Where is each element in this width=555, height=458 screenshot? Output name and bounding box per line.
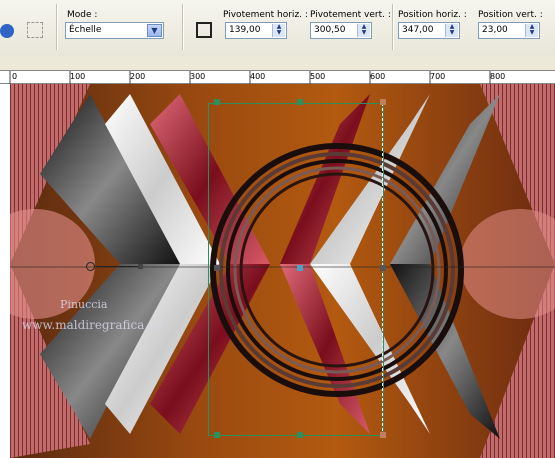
ruler-marks [9, 71, 491, 85]
spinner-icon[interactable]: ▲ ▼ [357, 24, 370, 37]
toolbar-separator [182, 4, 184, 50]
watermark-line2: www.maldiregrafica.eu [22, 318, 164, 332]
spinner-icon[interactable]: ▲ ▼ [445, 24, 458, 37]
watermark-line1: Pinuccia [60, 298, 108, 311]
pivot-arm [96, 266, 140, 267]
handle-top-center[interactable] [297, 99, 303, 105]
reset-icon[interactable] [0, 24, 14, 38]
pos-horiz-label: Position horiz. : [398, 10, 467, 20]
pos-vert-input[interactable]: 23,00 ▲ ▼ [478, 22, 540, 39]
pivot-horiz-value: 139,00 [229, 25, 261, 35]
handle-bottom-right[interactable] [380, 432, 386, 438]
tool-options-toolbar: Mode : Échelle ▼ Pivotement horiz. : 139… [0, 0, 555, 57]
handle-mid-left[interactable] [214, 265, 220, 271]
pos-horiz-value: 347,00 [402, 25, 434, 35]
spinner-icon[interactable]: ▲ ▼ [525, 24, 538, 37]
handle-center[interactable] [297, 265, 303, 271]
pos-vert-value: 23,00 [482, 25, 508, 35]
horizontal-ruler: 0 100 200 300 400 500 600 700 800 [0, 70, 555, 85]
handle-bottom-center[interactable] [297, 432, 303, 438]
pivot-horiz-input[interactable]: 139,00 ▲ ▼ [225, 22, 287, 39]
pivot-vert-value: 300,50 [314, 25, 346, 35]
handle-mid-right[interactable] [380, 265, 386, 271]
pivot-icon[interactable] [196, 22, 212, 38]
mode-select[interactable]: Échelle ▼ [65, 22, 164, 39]
spinner-icon[interactable]: ▲ ▼ [272, 24, 285, 37]
pivot-arm-handle[interactable] [138, 264, 143, 269]
mode-value: Échelle [69, 25, 102, 35]
pivot-vert-input[interactable]: 300,50 ▲ ▼ [310, 22, 372, 39]
handle-top-left[interactable] [214, 99, 220, 105]
handle-top-right[interactable] [380, 99, 386, 105]
toolbar-separator [56, 4, 58, 50]
deform-bounding-box[interactable] [208, 103, 384, 436]
pos-vert-label: Position vert. : [478, 10, 543, 20]
pivot-horiz-label: Pivotement horiz. : [223, 10, 308, 20]
mode-label: Mode : [67, 10, 98, 20]
deform-icon[interactable] [27, 22, 43, 38]
toolbar-separator [392, 4, 394, 50]
handle-bottom-left[interactable] [214, 432, 220, 438]
chevron-down-icon[interactable]: ▼ [147, 24, 162, 37]
pos-horiz-input[interactable]: 347,00 ▲ ▼ [398, 22, 460, 39]
pivot-vert-label: Pivotement vert. : [310, 10, 391, 20]
image-canvas[interactable]: Pinuccia www.maldiregrafica.eu [10, 84, 555, 458]
pivot-point[interactable] [86, 262, 95, 271]
workspace-gap [0, 56, 555, 70]
